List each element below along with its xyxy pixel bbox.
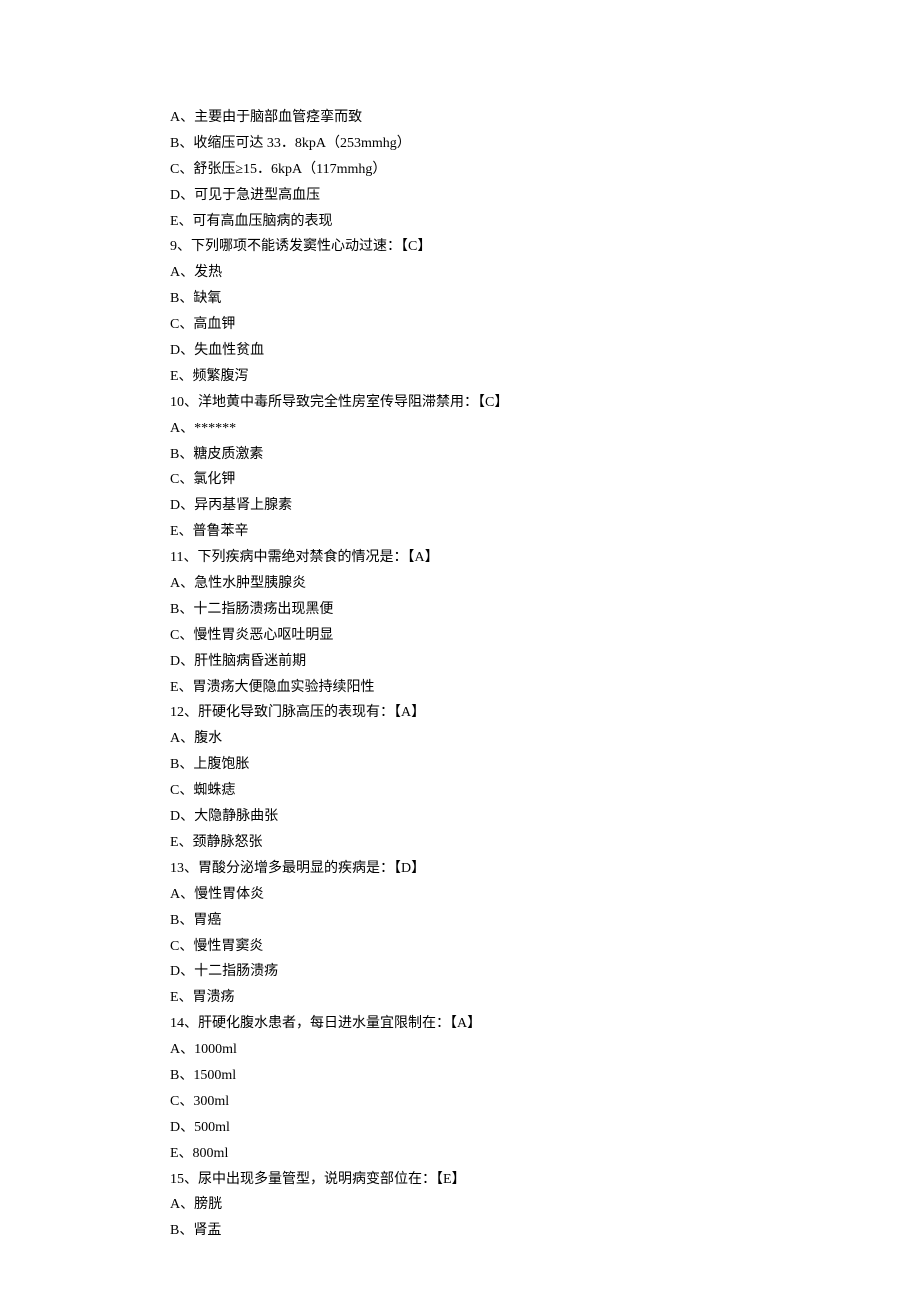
text-line: B、上腹饱胀 — [170, 752, 920, 778]
text-line: A、1000ml — [170, 1037, 920, 1063]
text-line: 15、尿中出现多量管型，说明病变部位在：【E】 — [170, 1167, 920, 1193]
text-line: A、主要由于脑部血管痉挛而致 — [170, 105, 920, 131]
text-line: D、异丙基肾上腺素 — [170, 493, 920, 519]
text-line: C、慢性胃窦炎 — [170, 934, 920, 960]
text-line: C、氯化钾 — [170, 467, 920, 493]
text-line: A、****** — [170, 416, 920, 442]
text-line: E、胃溃疡大便隐血实验持续阳性 — [170, 675, 920, 701]
text-line: 12、肝硬化导致门脉高压的表现有：【A】 — [170, 700, 920, 726]
text-line: D、大隐静脉曲张 — [170, 804, 920, 830]
text-line: B、收缩压可达 33．8kpA（253mmhg） — [170, 131, 920, 157]
text-line: E、800ml — [170, 1141, 920, 1167]
text-line: 14、肝硬化腹水患者，每日进水量宜限制在：【A】 — [170, 1011, 920, 1037]
text-line: B、十二指肠溃疡出现黑便 — [170, 597, 920, 623]
text-line: A、慢性胃体炎 — [170, 882, 920, 908]
text-line: B、缺氧 — [170, 286, 920, 312]
text-line: E、可有高血压脑病的表现 — [170, 209, 920, 235]
text-line: E、胃溃疡 — [170, 985, 920, 1011]
text-line: A、腹水 — [170, 726, 920, 752]
text-line: A、发热 — [170, 260, 920, 286]
text-line: C、舒张压≥15．6kpA（117mmhg） — [170, 157, 920, 183]
document-content: A、主要由于脑部血管痉挛而致 B、收缩压可达 33．8kpA（253mmhg） … — [170, 105, 920, 1244]
text-line: B、胃癌 — [170, 908, 920, 934]
text-line: D、十二指肠溃疡 — [170, 959, 920, 985]
text-line: C、300ml — [170, 1089, 920, 1115]
text-line: B、肾盂 — [170, 1218, 920, 1244]
text-line: 13、胃酸分泌增多最明显的疾病是：【D】 — [170, 856, 920, 882]
text-line: C、高血钾 — [170, 312, 920, 338]
text-line: D、肝性脑病昏迷前期 — [170, 649, 920, 675]
text-line: E、普鲁苯辛 — [170, 519, 920, 545]
text-line: B、糖皮质激素 — [170, 442, 920, 468]
text-line: E、颈静脉怒张 — [170, 830, 920, 856]
text-line: D、可见于急进型高血压 — [170, 183, 920, 209]
text-line: D、失血性贫血 — [170, 338, 920, 364]
text-line: 10、洋地黄中毒所导致完全性房室传导阻滞禁用：【C】 — [170, 390, 920, 416]
text-line: D、500ml — [170, 1115, 920, 1141]
text-line: A、膀胱 — [170, 1192, 920, 1218]
text-line: 9、下列哪项不能诱发窦性心动过速：【C】 — [170, 234, 920, 260]
text-line: E、频繁腹泻 — [170, 364, 920, 390]
text-line: B、1500ml — [170, 1063, 920, 1089]
text-line: C、慢性胃炎恶心呕吐明显 — [170, 623, 920, 649]
text-line: A、急性水肿型胰腺炎 — [170, 571, 920, 597]
text-line: 11、下列疾病中需绝对禁食的情况是：【A】 — [170, 545, 920, 571]
text-line: C、蜘蛛痣 — [170, 778, 920, 804]
